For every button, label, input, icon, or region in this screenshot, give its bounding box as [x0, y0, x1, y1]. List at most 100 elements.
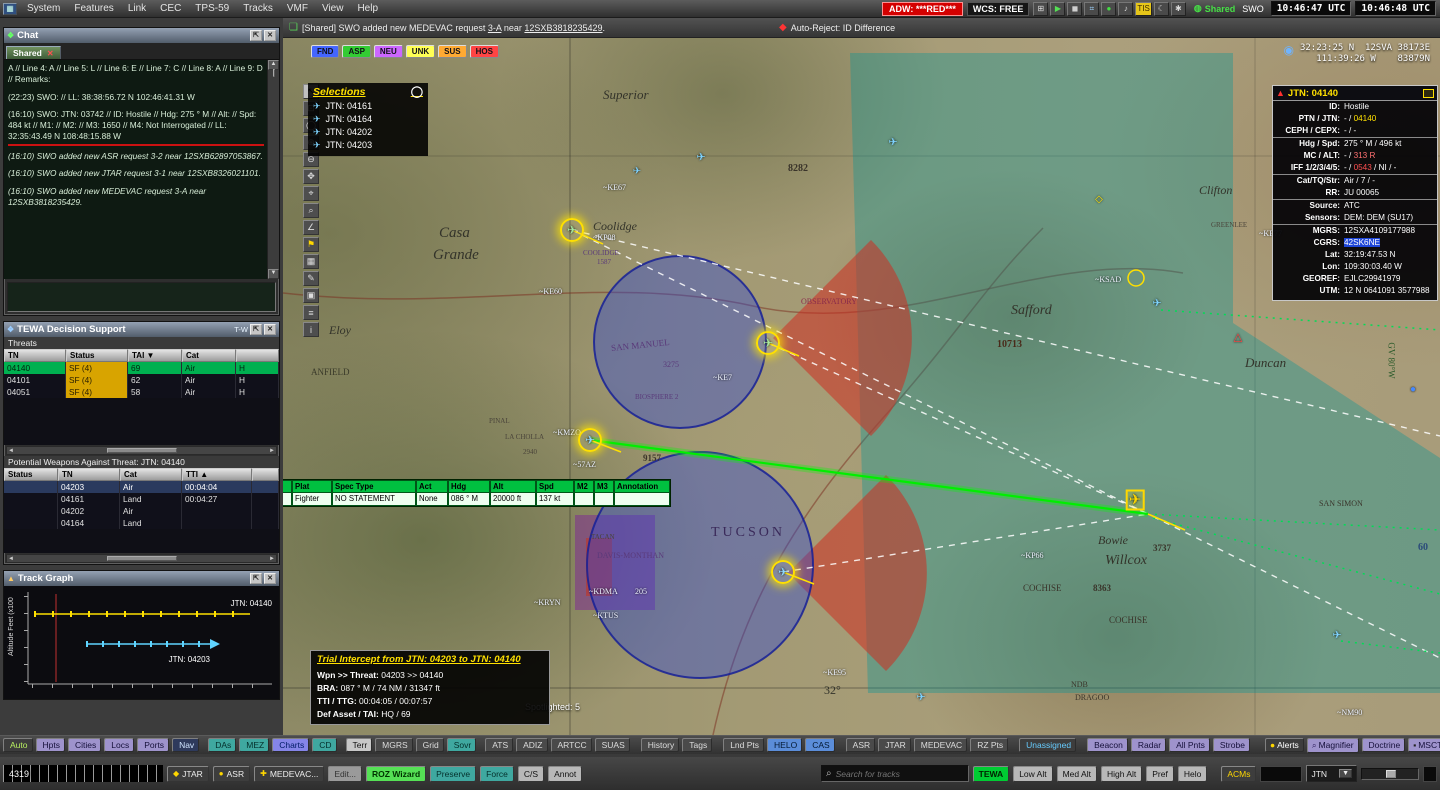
map-tool[interactable]: ≡ — [303, 305, 319, 320]
table-row[interactable]: 04164Land — [4, 517, 279, 529]
track-info-panel[interactable]: ▲ JTN: 04140 ID: Hostile PTN / JTN: - / … — [1272, 85, 1438, 301]
menu-item[interactable]: Help — [350, 2, 385, 15]
map-tool[interactable]: ∠ — [303, 220, 319, 235]
layer-toggle-button[interactable]: ⌕Magnifier — [1307, 738, 1359, 753]
layer-toggle-button[interactable]: MEZ — [239, 738, 269, 752]
edit-button[interactable]: Edit... — [328, 766, 362, 782]
med-alt-button[interactable]: Med Alt — [1057, 766, 1097, 782]
layer-toggle-button[interactable]: Terr — [346, 738, 373, 752]
roz-wizard-button[interactable]: ROZ Wizard — [366, 766, 426, 782]
toolbar-icon[interactable]: ◼ — [1067, 2, 1082, 16]
layer-toggle-button[interactable]: ASR — [846, 738, 875, 752]
chat-panel-titlebar[interactable]: ❖ Chat ⇱✕ — [4, 28, 279, 43]
layer-toggle-button[interactable]: ●Alerts — [1265, 738, 1304, 752]
pref-button[interactable]: Pref — [1146, 766, 1174, 782]
layer-toggle-button[interactable]: CD — [312, 738, 336, 752]
toolbar-icon[interactable]: ▶ — [1050, 2, 1065, 16]
layer-toggle-button[interactable]: Strobe — [1213, 738, 1250, 752]
toolbar-icon[interactable]: ⊞ — [1033, 2, 1048, 16]
annotate-button[interactable]: Annot — [548, 766, 582, 782]
layer-toggle-button[interactable]: DAs — [208, 738, 236, 752]
pin-icon[interactable]: ⇱ — [250, 573, 262, 584]
highlighted-track[interactable]: ✈ — [771, 560, 795, 584]
weapons-table-header[interactable]: StatusTNCatTTI ▲ — [4, 468, 279, 481]
classification-filter-button[interactable]: UNK — [406, 45, 435, 58]
toolbar-icon[interactable]: ⌗ — [1084, 2, 1099, 16]
trial-intercept-popup[interactable]: Trial Intercept from JTN: 04203 to JTN: … — [310, 650, 550, 725]
layer-toggle-button[interactable]: Nav — [172, 738, 199, 752]
circle-icon[interactable]: ◯ — [411, 85, 423, 98]
map-tool[interactable]: ⌖ — [303, 186, 319, 201]
map-tool[interactable]: ✥ — [303, 169, 319, 184]
menu-item[interactable]: Tracks — [236, 2, 280, 15]
layer-toggle-button[interactable]: SUAS — [595, 738, 630, 752]
selection-list-item[interactable]: ✈JTN: 04203 — [313, 139, 423, 152]
highlighted-track[interactable]: ✈ — [578, 428, 602, 452]
horizontal-scrollbar[interactable]: ◄► — [6, 446, 277, 455]
layer-toggle-button[interactable]: MGRS — [375, 738, 413, 752]
pin-icon[interactable]: ⇱ — [250, 30, 262, 41]
search-input[interactable] — [836, 769, 964, 779]
pin-icon[interactable]: ⇱ — [250, 324, 262, 335]
layer-toggle-button[interactable]: Doctrine — [1362, 738, 1406, 752]
map-tool[interactable]: ✎ — [303, 271, 319, 286]
menu-item[interactable]: View — [315, 2, 351, 15]
tewa-button[interactable]: TEWA — [973, 766, 1010, 782]
layer-toggle-button[interactable]: Beacon — [1087, 738, 1128, 752]
track-graph-titlebar[interactable]: ▲ Track Graph ⇱✕ — [4, 571, 279, 586]
shared-indicator[interactable]: ◍Shared — [1194, 3, 1235, 14]
notification-text[interactable]: [Shared] SWO added new MEDEVAC request 3… — [302, 23, 605, 33]
menu-item[interactable]: Features — [67, 2, 120, 15]
layer-toggle-button[interactable]: Ports — [137, 738, 169, 752]
layer-toggle-button[interactable]: Hpts — [36, 738, 65, 752]
asr-button[interactable]: ●ASR — [213, 766, 250, 782]
layer-toggle-button[interactable]: CAS — [805, 738, 834, 752]
close-tab-icon[interactable]: ✕ — [47, 49, 54, 58]
map-tool[interactable]: i — [303, 322, 319, 337]
preserve-button[interactable]: Preserve — [430, 766, 476, 782]
table-row[interactable]: 04051SF (4)58AirH — [4, 386, 279, 398]
layer-toggle-button[interactable]: RZ Pts — [970, 738, 1008, 752]
layer-toggle-button[interactable]: Locs — [104, 738, 134, 752]
layer-toggle-button[interactable]: Radar — [1131, 738, 1166, 752]
classification-filter-button[interactable]: ASP — [342, 45, 370, 58]
table-row[interactable]: 04203Air00:04:04 — [4, 481, 279, 493]
hook-box-icon[interactable] — [1423, 89, 1434, 98]
layer-toggle-button[interactable]: ARTCC — [551, 738, 592, 752]
threats-table-header[interactable]: TNStatusTAI ▼Cat — [4, 349, 279, 362]
toolbar-icon[interactable]: ✱ — [1171, 2, 1186, 16]
force-button[interactable]: Force — [480, 766, 514, 782]
scrollbar-thumb[interactable] — [273, 69, 275, 77]
selection-list-item[interactable]: ✈JTN: 04202 — [313, 126, 423, 139]
close-icon[interactable]: ✕ — [264, 324, 276, 335]
helo-button[interactable]: Helo — [1178, 766, 1207, 782]
high-alt-button[interactable]: High Alt — [1101, 766, 1142, 782]
selection-list-item[interactable]: ✈JTN: 04164 — [313, 113, 423, 126]
classification-filter-button[interactable]: FND — [311, 45, 339, 58]
classification-filter-button[interactable]: NEU — [374, 45, 403, 58]
table-row[interactable]: 04161Land00:04:27 — [4, 493, 279, 505]
declutter-slider[interactable] — [1361, 768, 1419, 780]
classification-filter-button[interactable]: SUS — [438, 45, 466, 58]
scrollbar-thumb[interactable] — [107, 556, 177, 561]
menu-item[interactable]: Link — [121, 2, 153, 15]
layer-toggle-button[interactable]: Grid — [416, 738, 444, 752]
toolbar-icon[interactable]: ☾ — [1154, 2, 1169, 16]
map-tool[interactable]: ▦ — [303, 254, 319, 269]
layer-toggle-button[interactable]: Sovr — [447, 738, 476, 752]
layer-toggle-button[interactable]: Auto — [3, 738, 33, 752]
table-row[interactable]: 04101SF (4)62AirH — [4, 374, 279, 386]
map-tool[interactable]: ⌕ — [303, 203, 319, 218]
chat-input[interactable] — [7, 282, 276, 312]
altitude-graph[interactable]: JTN: 04140 JTN: 04203 Altitude Feet (x10… — [4, 586, 279, 699]
map-tool[interactable]: ▣ — [303, 288, 319, 303]
layer-toggle-button[interactable]: All Pnts — [1169, 738, 1210, 752]
tactical-map[interactable]: Superior8282CliftonGREENLEECoolidgeCOOLI… — [283, 38, 1440, 735]
table-row[interactable]: 04140SF (4)69AirH — [4, 362, 279, 374]
menu-item[interactable]: System — [20, 2, 67, 15]
layer-toggle-button[interactable]: MEDEVAC — [914, 738, 967, 752]
layer-toggle-button[interactable]: ATS — [485, 738, 513, 752]
layer-toggle-button[interactable]: Charts — [272, 738, 309, 752]
map-tool[interactable]: ⚑ — [303, 237, 319, 252]
chat-message-list[interactable]: ▲▼ A // Line 4: A // Line 5: L // Line 6… — [4, 60, 279, 279]
